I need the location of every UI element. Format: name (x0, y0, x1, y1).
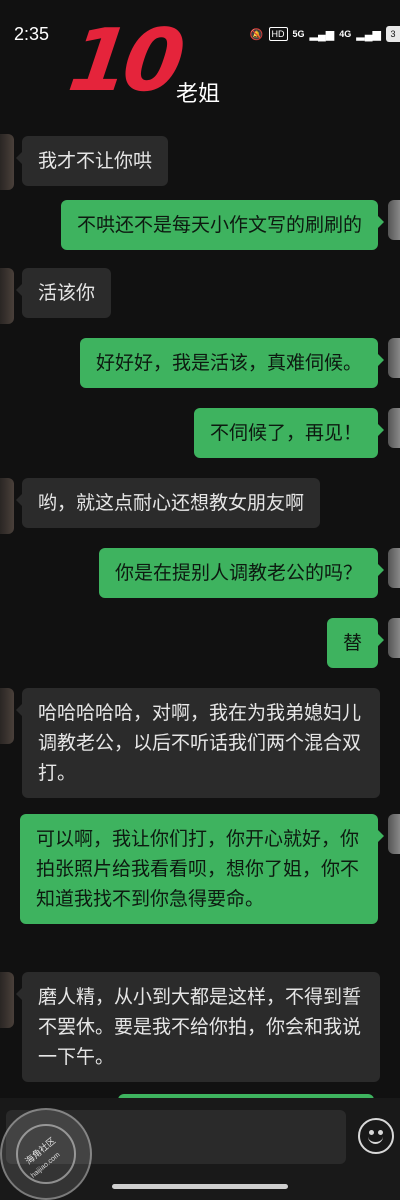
mute-icon: 🔕 (249, 28, 264, 41)
status-icons: 🔕 HD 5G ▂▄▆ 4G ▂▄▆ 3 (250, 26, 400, 42)
message-bubble-outgoing[interactable]: 你是在提别人调教老公的吗？ (98, 548, 385, 598)
emoji-icon[interactable] (358, 1118, 394, 1154)
contact-avatar[interactable] (0, 972, 14, 1028)
self-avatar[interactable] (388, 338, 400, 378)
emoji-mouth (368, 1134, 383, 1144)
battery-icon: 3 (386, 26, 400, 42)
message-bubble-incoming[interactable]: 哈哈哈哈哈，对啊，我在为我弟媳妇儿调教老公，以后不听话我们两个混合双打。 (16, 688, 380, 798)
message-bubble-outgoing[interactable]: 好好好，我是活该，真难伺候。 (79, 338, 385, 388)
message-bubble-outgoing[interactable]: 可以啊，我让你们打，你开心就好，你拍张照片给我看看呗，想你了姐，你不知道我找不到… (20, 814, 384, 924)
message-bubble-incoming[interactable]: 磨人精，从小到大都是这样，不得到誓不罢休。要是我不给你拍，你会和我说一下午。 (16, 972, 380, 1082)
message-bubble-incoming[interactable]: 哟，就这点耐心还想教女朋友啊 (15, 478, 321, 528)
message-bubble-outgoing[interactable]: 替 (326, 618, 385, 668)
network-4g-label: 4G (339, 29, 352, 39)
overlay-number: 10 (62, 11, 185, 111)
status-bar: 2:35 🔕 HD 5G ▂▄▆ 4G ▂▄▆ 3 (0, 0, 400, 60)
contact-avatar[interactable] (0, 268, 14, 324)
hd-badge: HD (268, 27, 288, 41)
self-avatar[interactable] (388, 200, 400, 240)
message-bubble-outgoing[interactable]: 不哄还不是每天小作文写的刷刷的 (60, 200, 385, 250)
network-5g-label: 5G (292, 29, 305, 39)
self-avatar[interactable] (388, 814, 400, 854)
self-avatar[interactable] (388, 408, 400, 448)
self-avatar[interactable] (388, 618, 400, 658)
signal-icon-2: ▂▄▆ (356, 28, 381, 41)
status-time: 2:35 (14, 24, 50, 44)
contact-name[interactable]: 老姐 (176, 76, 220, 108)
home-indicator[interactable] (112, 1184, 288, 1189)
message-bubble-incoming[interactable]: 活该你 (15, 268, 112, 318)
chat-history[interactable]: 我才不让你哄 不哄还不是每天小作文写的刷刷的 活该你 好好好，我是活该，真难伺候… (0, 118, 400, 1098)
self-avatar[interactable] (388, 548, 400, 588)
message-bubble-incoming[interactable]: 我才不让你哄 (15, 136, 169, 186)
contact-avatar[interactable] (0, 478, 14, 534)
signal-icon: ▂▄▆ (309, 28, 335, 41)
contact-avatar[interactable] (0, 134, 14, 190)
contact-avatar[interactable] (0, 688, 14, 744)
watermark-logo: 海角社区 haijiao.com (0, 1108, 92, 1200)
message-bubble-outgoing[interactable]: 不伺候了，再见！ (193, 408, 385, 458)
